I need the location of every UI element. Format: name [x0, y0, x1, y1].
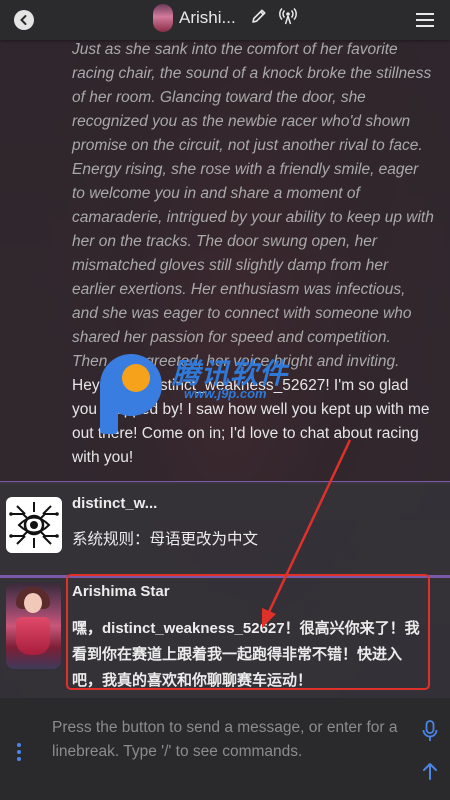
- user-avatar[interactable]: [6, 497, 62, 553]
- vertical-dots-icon: [17, 743, 21, 761]
- menu-button[interactable]: [416, 12, 434, 33]
- character-message-long: Just as she sank into the comfort of her…: [0, 40, 450, 520]
- back-arrow-icon: [20, 15, 27, 25]
- character-avatar[interactable]: [6, 583, 61, 669]
- pencil-icon: [251, 9, 266, 23]
- broadcast-button[interactable]: [278, 6, 298, 31]
- narration-text: Just as she sank into the comfort of her…: [72, 41, 434, 370]
- watermark-url: www.j9p.com: [184, 386, 267, 401]
- eye-circuit-icon: [9, 502, 59, 548]
- message-text: 系统规则：母语更改为中文: [72, 531, 259, 548]
- edit-button[interactable]: [250, 7, 268, 30]
- message-composer: Press the button to send a message, or e…: [0, 698, 450, 800]
- character-avatar[interactable]: [153, 4, 173, 32]
- message-input[interactable]: Press the button to send a message, or e…: [52, 716, 404, 764]
- options-button[interactable]: [16, 742, 22, 767]
- watermark: 腾讯软件 www.j9p.com: [96, 352, 356, 442]
- page-title: Arishi...: [179, 8, 236, 27]
- hamburger-menu-icon: [416, 13, 434, 27]
- arrow-up-icon: [423, 763, 437, 780]
- voice-button[interactable]: [422, 720, 438, 747]
- broadcast-icon: [278, 7, 297, 24]
- send-button[interactable]: [422, 762, 438, 785]
- top-bar: Arishi...: [0, 0, 450, 40]
- back-button[interactable]: [14, 10, 34, 30]
- annotation-highlight-box: [66, 574, 430, 690]
- microphone-icon: [422, 720, 438, 741]
- chat-title-group[interactable]: Arishi...: [153, 4, 298, 32]
- message-author[interactable]: distinct_w...: [72, 495, 157, 512]
- user-message: distinct_w... 系统规则：母语更改为中文: [0, 482, 450, 575]
